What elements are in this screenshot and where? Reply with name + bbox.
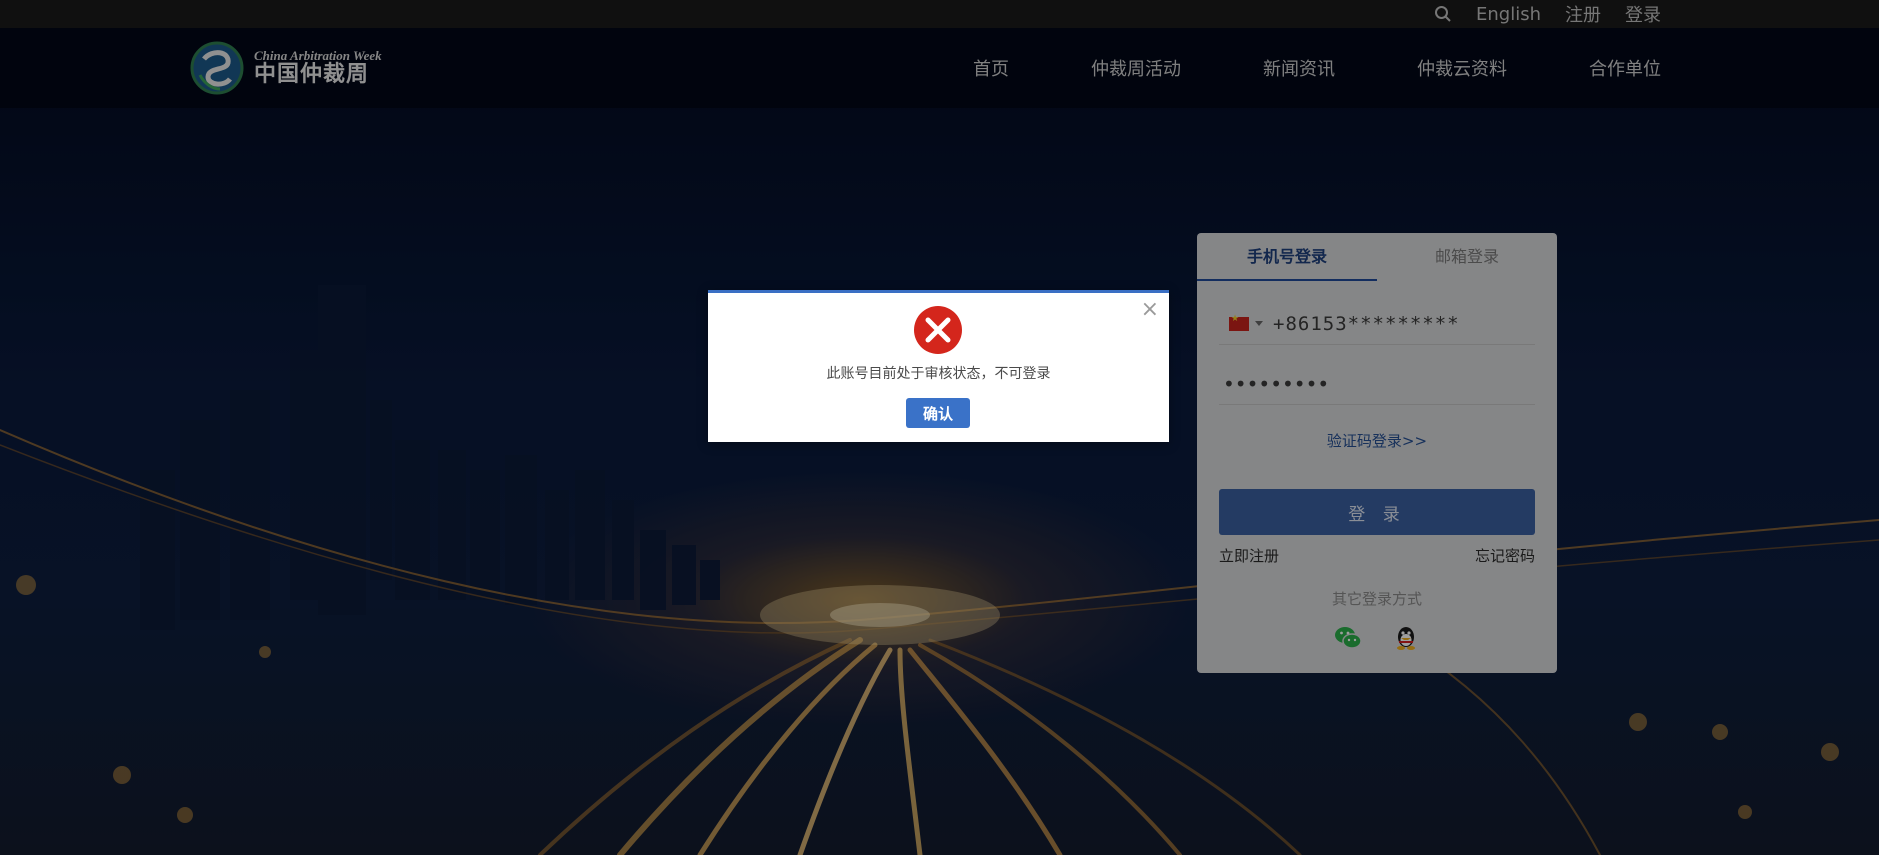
error-icon	[914, 306, 962, 354]
confirm-button[interactable]: 确认	[906, 398, 970, 428]
error-dialog: × 此账号目前处于审核状态，不可登录 确认	[708, 290, 1169, 442]
dialog-message: 此账号目前处于审核状态，不可登录	[826, 366, 1051, 382]
close-icon[interactable]: ×	[1141, 299, 1159, 321]
